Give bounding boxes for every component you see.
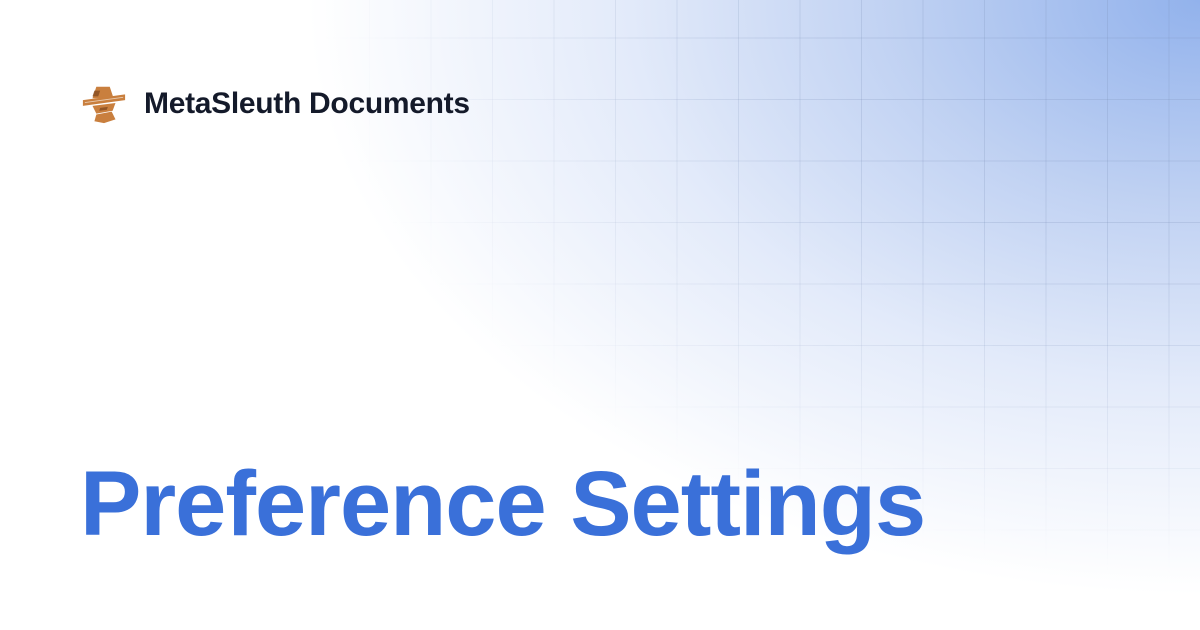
detective-hat-icon xyxy=(82,86,126,124)
brand-name: MetaSleuth Documents xyxy=(144,87,470,120)
page-title: Preference Settings xyxy=(80,453,926,555)
logo xyxy=(80,80,128,128)
og-card: MetaSleuth Documents Preference Settings xyxy=(0,0,1200,630)
brand-header: MetaSleuth Documents xyxy=(80,80,470,128)
